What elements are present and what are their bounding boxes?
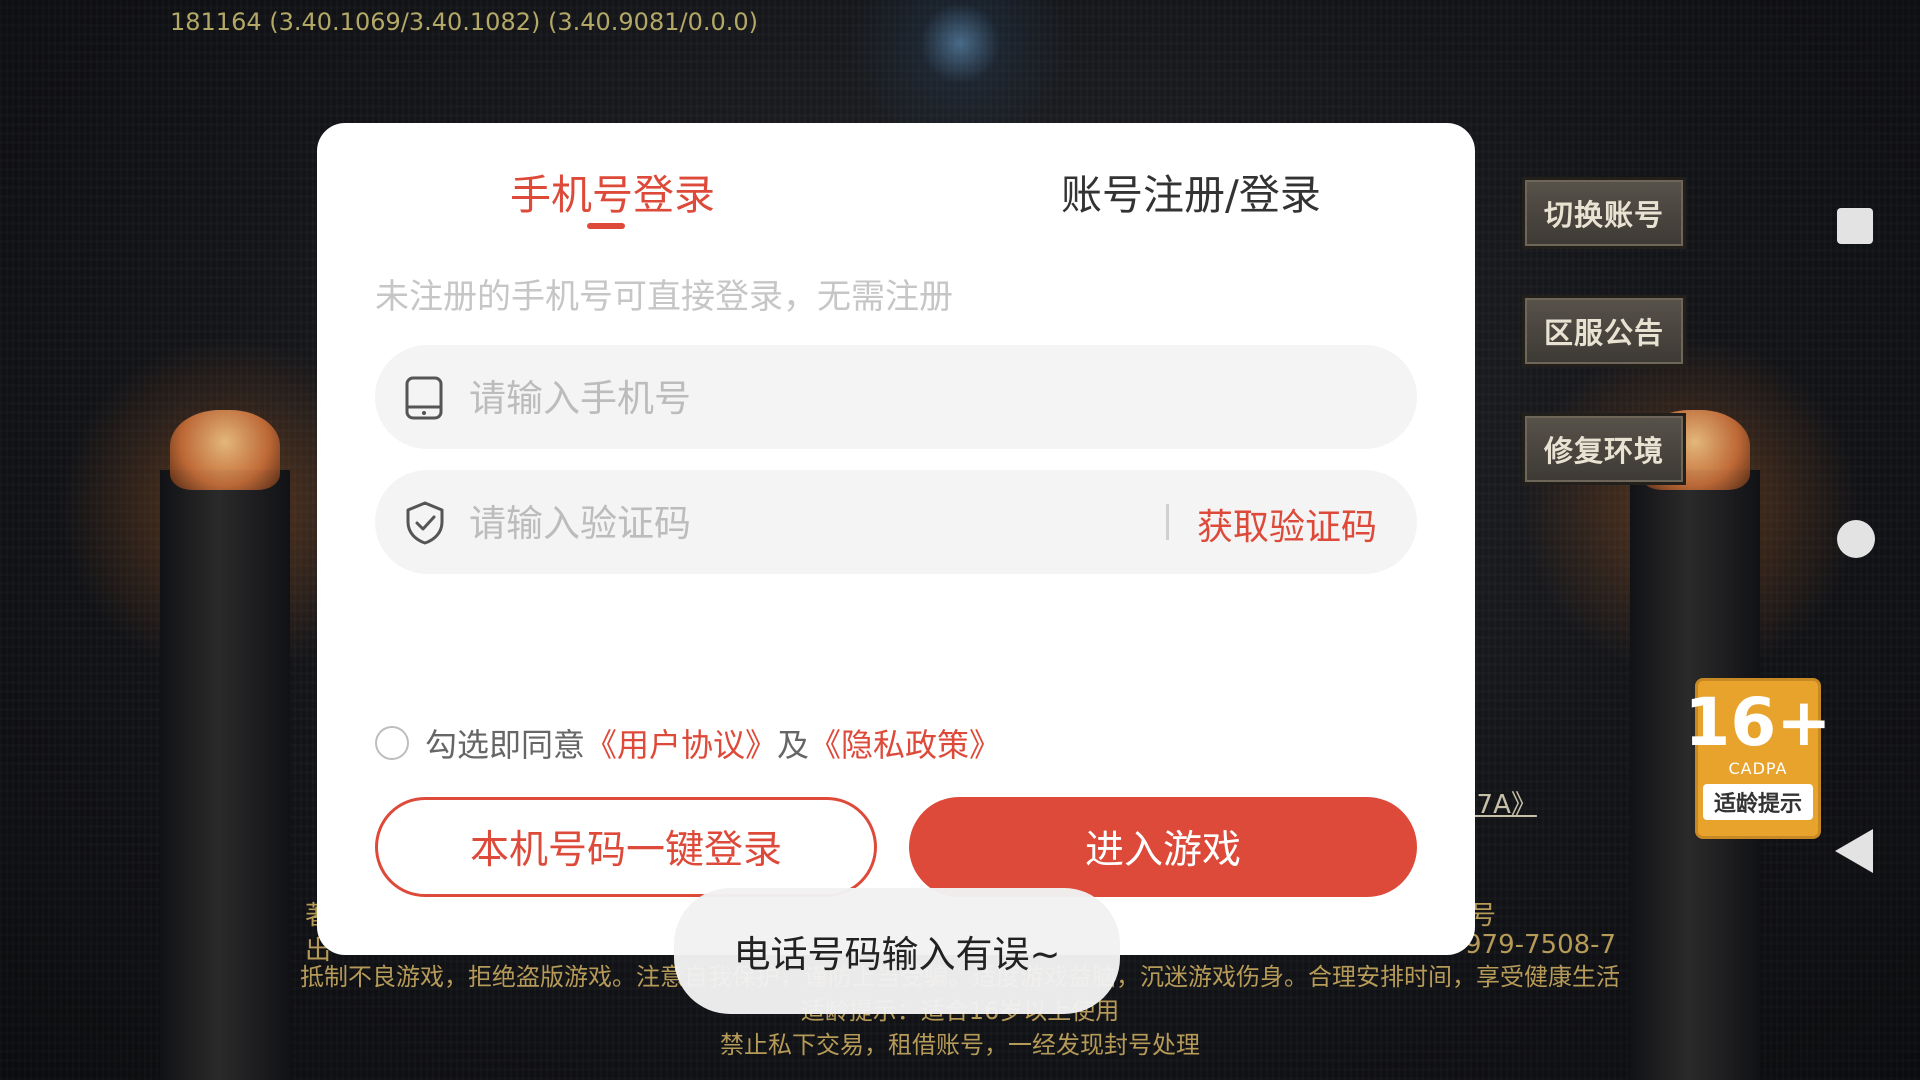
tab-account-register-login[interactable]: 账号注册/登录 bbox=[1061, 161, 1321, 221]
agree-and: 及 bbox=[777, 726, 810, 764]
verification-code-input[interactable] bbox=[467, 488, 1071, 558]
age-rating-number: 16+ bbox=[1684, 684, 1832, 761]
switch-account-button[interactable]: 切换账号 bbox=[1522, 177, 1686, 249]
footer-partial-isbn: 979-7508-7 bbox=[1465, 930, 1617, 960]
phone-icon bbox=[405, 376, 443, 420]
back-nav-icon[interactable] bbox=[1835, 829, 1873, 873]
enter-game-button[interactable]: 进入游戏 bbox=[909, 797, 1417, 897]
agreement-row: 勾选即同意 《用户协议》 及 《隐私政策》 bbox=[375, 721, 1001, 765]
age-rating-org: CADPA bbox=[1728, 759, 1788, 778]
login-dialog: 手机号登录 账号注册/登录 未注册的手机号可直接登录，无需注册 获取验证码 勾选… bbox=[317, 123, 1475, 955]
privacy-policy-link[interactable]: 《隐私政策》 bbox=[809, 720, 1001, 766]
server-notice-button[interactable]: 区服公告 bbox=[1522, 295, 1686, 367]
login-hint: 未注册的手机号可直接登录，无需注册 bbox=[375, 277, 953, 317]
left-lamp bbox=[170, 410, 280, 490]
code-field[interactable]: 获取验证码 bbox=[375, 470, 1417, 574]
recents-nav-icon[interactable] bbox=[1837, 208, 1873, 244]
age-rating-tip: 适龄提示 bbox=[1703, 784, 1813, 820]
home-nav-icon[interactable] bbox=[1837, 520, 1875, 558]
phone-input[interactable] bbox=[467, 363, 1071, 433]
tab-phone-login[interactable]: 手机号登录 bbox=[510, 161, 715, 221]
error-toast: 电话号码输入有误~ bbox=[674, 888, 1120, 1014]
active-tab-indicator bbox=[587, 223, 625, 229]
agree-checkbox[interactable] bbox=[375, 726, 409, 760]
version-text: 181164 (3.40.1069/3.40.1082) (3.40.9081/… bbox=[170, 8, 758, 36]
agree-prefix: 勾选即同意 bbox=[425, 726, 586, 764]
shield-icon bbox=[406, 501, 444, 545]
trade-notice: 禁止私下交易，租借账号，一经发现封号处理 bbox=[720, 1031, 1200, 1059]
phone-field[interactable] bbox=[375, 345, 1417, 449]
field-divider bbox=[1166, 504, 1169, 540]
one-key-login-button[interactable]: 本机号码一键登录 bbox=[375, 797, 877, 897]
repair-environment-button[interactable]: 修复环境 bbox=[1522, 413, 1686, 485]
get-code-button[interactable]: 获取验证码 bbox=[1197, 498, 1377, 550]
user-agreement-link[interactable]: 《用户协议》 bbox=[585, 720, 777, 766]
age-rating-badge[interactable]: 16+ CADPA 适龄提示 bbox=[1684, 678, 1832, 839]
